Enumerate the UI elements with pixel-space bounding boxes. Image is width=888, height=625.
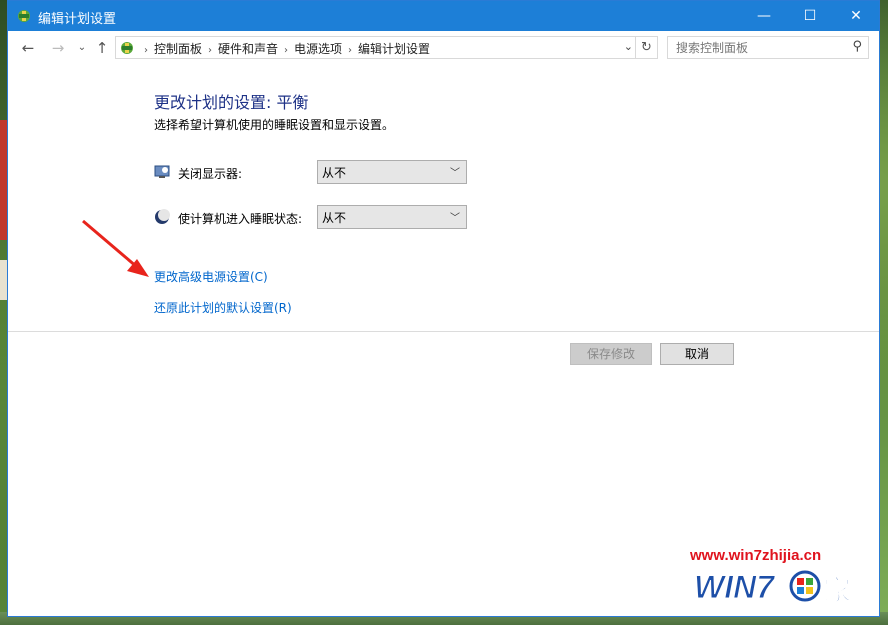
address-history-dropdown[interactable]: ⌄: [624, 40, 633, 53]
restore-defaults-link[interactable]: 还原此计划的默认设置(R): [154, 299, 292, 316]
breadcrumb-hardware-and-sound[interactable]: 硬件和声音: [218, 42, 278, 56]
svg-text:WIN7: WIN7: [694, 569, 776, 605]
chevron-right-icon: ›: [144, 45, 148, 56]
advanced-power-settings-link[interactable]: 更改高级电源设置(C): [154, 268, 268, 285]
search-box: ⚲: [667, 36, 869, 59]
back-button[interactable]: ←: [18, 39, 38, 57]
page-title: 更改计划的设置: 平衡: [154, 93, 309, 112]
breadcrumb: › 控制面板 › 硬件和声音 › 电源选项 › 编辑计划设置: [138, 40, 430, 57]
forward-arrow-icon: →: [51, 39, 65, 57]
sleep-value: 从不: [322, 211, 347, 225]
up-button[interactable]: ↑: [92, 39, 112, 57]
close-icon: ✕: [850, 8, 862, 24]
svg-text:家: 家: [823, 574, 851, 607]
turn-off-display-select[interactable]: 从不 ﹀: [317, 160, 467, 184]
breadcrumb-edit-plan-settings[interactable]: 编辑计划设置: [358, 42, 430, 56]
refresh-icon: ↻: [641, 40, 652, 55]
edit-plan-settings-window: 编辑计划设置 — ☐ ✕ ← → ⌄ ↑ › 控制面板 › 硬件和声音 › 电源选项 › 编辑…: [7, 0, 880, 617]
title-bar[interactable]: 编辑计划设置 — ☐ ✕: [8, 1, 879, 31]
monitor-icon: [154, 165, 170, 178]
content-pane: 更改计划的设置: 平衡 选择希望计算机使用的睡眠设置和显示设置。 关闭显示器: …: [8, 65, 879, 331]
search-input[interactable]: [668, 37, 854, 58]
turn-off-display-value: 从不: [322, 166, 347, 180]
refresh-button[interactable]: ↻: [635, 37, 657, 58]
win7-logo: WIN7 家: [694, 569, 852, 608]
chevron-right-icon[interactable]: ›: [348, 45, 352, 56]
close-button[interactable]: ✕: [833, 1, 879, 31]
control-panel-icon: [121, 42, 133, 54]
sleep-label: 使计算机进入睡眠状态:: [178, 212, 303, 226]
chevron-right-icon[interactable]: ›: [208, 45, 212, 56]
sleep-select[interactable]: 从不 ﹀: [317, 205, 467, 229]
recent-locations-button[interactable]: ⌄: [72, 39, 92, 57]
address-bar[interactable]: › 控制面板 › 硬件和声音 › 电源选项 › 编辑计划设置 ⌄ ↻: [115, 36, 658, 59]
turn-off-display-label: 关闭显示器:: [178, 167, 243, 181]
navigation-bar: ← → ⌄ ↑ › 控制面板 › 硬件和声音 › 电源选项 › 编辑计划设置 ⌄ ↻ ⚲: [8, 31, 879, 65]
window-title: 编辑计划设置: [38, 12, 117, 27]
up-arrow-icon: ↑: [95, 39, 109, 57]
back-arrow-icon: ←: [21, 39, 35, 57]
minimize-button[interactable]: —: [741, 1, 787, 31]
red-arrow-annotation: [82, 219, 149, 277]
maximize-button[interactable]: ☐: [787, 1, 833, 31]
chevron-down-icon: ﹀: [450, 213, 460, 224]
divider: [8, 331, 879, 332]
chevron-right-icon[interactable]: ›: [284, 45, 288, 56]
breadcrumb-control-panel[interactable]: 控制面板: [154, 42, 202, 56]
maximize-icon: ☐: [803, 8, 817, 24]
cancel-button[interactable]: 取消: [660, 343, 734, 365]
minimize-icon: —: [757, 8, 771, 24]
forward-button[interactable]: →: [48, 39, 68, 57]
power-options-icon: [18, 10, 30, 22]
search-icon[interactable]: ⚲: [852, 39, 862, 54]
moon-icon: [155, 209, 170, 224]
chevron-down-icon: ﹀: [450, 168, 460, 179]
breadcrumb-power-options[interactable]: 电源选项: [294, 42, 342, 56]
page-subtitle: 选择希望计算机使用的睡眠设置和显示设置。: [154, 118, 395, 132]
chevron-down-icon: ⌄: [77, 42, 87, 53]
save-changes-button[interactable]: 保存修改: [570, 343, 652, 365]
